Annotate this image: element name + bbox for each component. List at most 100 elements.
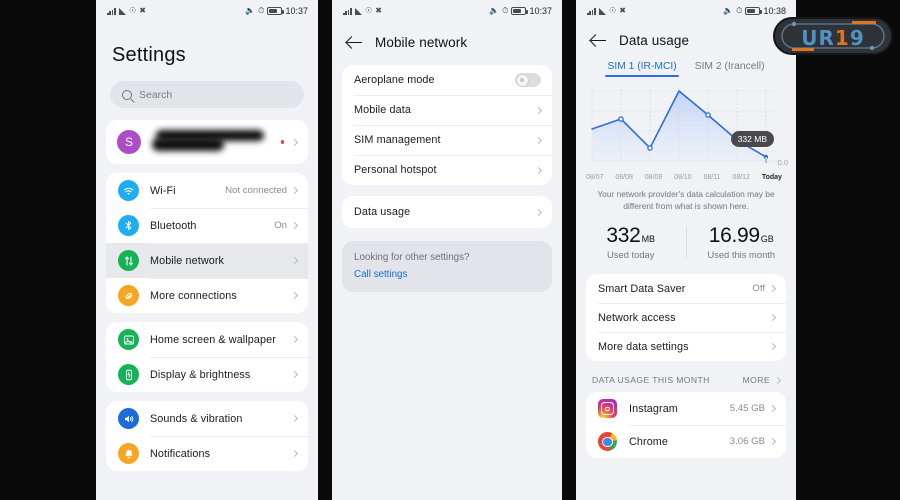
settings-row[interactable]: Wi-Fi Not connected [106,173,308,208]
data-usage-card[interactable]: Data usage [342,196,552,228]
notification-dot [280,140,284,144]
chart-disclaimer: Your network provider's data calculation… [597,189,775,212]
settings-row-value: Not connected [225,185,287,196]
stat-used-today: 332MB Used today [576,224,686,260]
more-link[interactable]: MORE [743,375,770,385]
list-item[interactable]: Instagram 5.45 GB [586,392,786,425]
chrome-icon [598,432,617,452]
page-title: Data usage [619,33,690,48]
profile-card[interactable]: S [106,120,308,164]
chevron-right-icon [768,438,777,446]
x-tick: 08/09 [644,174,663,181]
status-bar-right: 🔈 ⏱ 10:37 [489,6,552,16]
battery-icon [745,7,763,15]
settings-row-label: Bluetooth [150,219,197,232]
tab-sim2[interactable]: SIM 2 (Irancell) [695,61,765,77]
search-input[interactable]: Search [110,81,304,108]
section-title: DATA USAGE THIS MONTH [592,375,710,386]
status-bar: ☉ ✖ 🔈 ⏱ 10:38 [576,0,796,22]
chart-tooltip: 332 MB [730,131,774,147]
battery-icon [511,7,529,15]
no-sound-icon: ☉ [609,6,617,15]
call-settings-link[interactable]: Call settings [354,269,540,280]
chevron-right-icon [534,106,543,114]
settings-row[interactable]: Home screen & wallpaper [106,322,308,357]
status-bar: ☉ ✖ 🔈 ⏱ 10:37 [96,0,318,22]
sim-management-row[interactable]: SIM management [342,125,552,155]
signal-icon-2 [119,7,126,15]
svg-text:UR19: UR19 [801,26,864,50]
signal-icon-2 [355,7,362,15]
alarm-icon: ⏱ [736,6,743,15]
chevron-right-icon [290,186,299,195]
stat-used-this-month: 16.99GB Used this month [687,224,797,260]
bluetooth-status-icon: ✖ [139,6,147,15]
mobile-network-screen: ☉ ✖ 🔈 ⏱ 10:37 Mobile network Aeroplane m… [332,0,562,500]
profile-row[interactable]: S [106,120,308,164]
tab-sim1[interactable]: SIM 1 (IR-MCI) [605,61,679,77]
chevron-right-icon [290,335,299,344]
stat-caption: Used this month [707,249,776,261]
chevron-right-icon [290,414,299,423]
stat-unit: GB [760,234,774,245]
aeroplane-mode-toggle[interactable] [515,73,541,87]
chevron-right-icon [534,208,543,216]
app-usage-list: Instagram 5.45 GB Chrome 3.06 GB [586,392,786,459]
data-settings-card: Smart Data Saver Off Network access More… [586,274,786,362]
settings-row-label: Wi-Fi [150,184,176,197]
signal-icon-1 [107,7,116,15]
chevron-right-icon [768,343,777,351]
display-group: Home screen & wallpaper Display & bright… [106,322,308,392]
chart-x-axis-labels: 08/07 08/08 08/09 08/10 08/11 08/12 Toda… [576,173,796,181]
status-bar-left: ☉ ✖ [107,7,146,15]
settings-row-label: Smart Data Saver [598,282,686,295]
settings-row-label: Sounds & vibration [150,412,243,425]
settings-row-label: More data settings [598,340,689,353]
back-arrow-icon[interactable] [590,32,607,49]
stat-number: 332MB [606,224,656,248]
clock-time: 10:37 [285,6,308,16]
settings-row-label: Network access [598,311,676,324]
app-name: Instagram [629,402,678,415]
settings-row-label: Mobile data [354,104,411,116]
more-data-settings-row[interactable]: More data settings [586,332,786,361]
mobile-data-row[interactable]: Mobile data [342,95,552,125]
page-title: Settings [112,44,186,66]
chevron-right-icon [768,314,777,322]
settings-row-label: Home screen & wallpaper [150,333,276,346]
aeroplane-mode-row[interactable]: Aeroplane mode [342,65,552,95]
alarm-icon: ⏱ [502,6,509,15]
settings-row[interactable]: Sounds & vibration [106,401,308,436]
settings-row[interactable]: Display & brightness [106,357,308,392]
chevron-right-icon [534,136,543,144]
settings-row[interactable]: Bluetooth On [106,208,308,243]
status-bar: ☉ ✖ 🔈 ⏱ 10:37 [332,0,562,22]
no-sound-icon: ☉ [365,6,373,15]
network-access-row[interactable]: Network access [586,303,786,332]
chevron-right-icon [290,138,299,146]
personal-hotspot-row[interactable]: Personal hotspot [342,155,552,185]
x-tick: 08/07 [586,174,604,181]
app-usage-value: 3.06 GB [729,436,765,448]
chevron-right-icon [534,166,543,174]
screenshot-stage: ☉ ✖ 🔈 ⏱ 10:37 Settings Search S Wi-Fi No… [0,0,900,500]
chevron-right-icon [768,405,777,413]
profile-name-redacted [152,129,281,155]
data-usage-row[interactable]: Data usage [342,196,552,228]
watermark-logo: UR19 [772,14,894,58]
stat-unit: MB [641,234,656,245]
signal-icon-1 [343,7,352,15]
x-tick: 08/11 [703,174,721,181]
sidebar-item-mobile-network[interactable]: Mobile network [106,243,308,278]
settings-row-label: SIM management [354,134,441,146]
settings-row[interactable]: More connections [106,278,308,313]
vibrate-icon: 🔈 [245,6,256,15]
list-item[interactable]: Chrome 3.06 GB [586,425,786,458]
nav-header: Mobile network [332,22,562,65]
settings-row[interactable]: Notifications [106,436,308,471]
chevron-right-icon [290,221,299,230]
back-arrow-icon[interactable] [346,34,363,51]
smart-data-saver-row[interactable]: Smart Data Saver Off [586,274,786,303]
instagram-icon [598,399,617,419]
nav-header: Data usage [576,22,796,59]
